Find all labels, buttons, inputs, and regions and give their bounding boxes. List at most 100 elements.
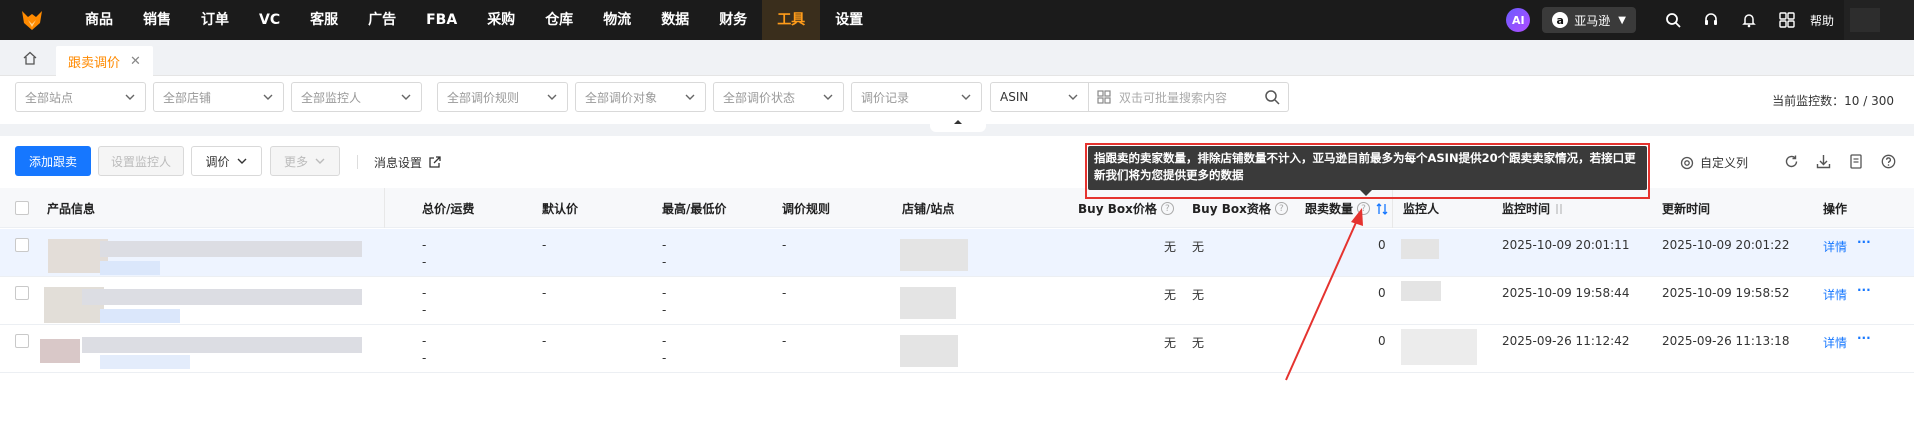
avatar[interactable]	[1844, 0, 1914, 40]
more-actions-icon[interactable]: ···	[1857, 283, 1871, 297]
monitor-name	[1401, 239, 1439, 259]
status-select-value: 全部调价状态	[723, 90, 796, 105]
monitor-time: 2025-10-09 19:58:44	[1502, 286, 1630, 300]
chevron-down-icon	[237, 158, 246, 164]
buybox-price: 无	[1164, 288, 1177, 302]
logo-icon[interactable]	[12, 0, 52, 40]
top-nav-bar: 商品 销售 订单 VC 客服 广告 FBA 采购 仓库 物流 数据 财务 工具 …	[0, 0, 1914, 40]
refresh-icon[interactable]	[1784, 154, 1799, 169]
message-settings-label: 消息设置	[374, 156, 423, 170]
table-row[interactable]: - - - - - - 无 无 0 2025-10-09 19:58:44 20…	[0, 277, 1914, 325]
rule-select[interactable]: 全部调价规则	[437, 82, 568, 112]
nav-item-data[interactable]: 数据	[646, 0, 704, 40]
row-checkbox[interactable]	[15, 286, 29, 300]
nav-item-purchase[interactable]: 采购	[472, 0, 530, 40]
col-default-price: 默认价	[542, 202, 579, 216]
nav-item-settings[interactable]: 设置	[820, 0, 878, 40]
chevron-down-icon	[685, 94, 695, 100]
collapse-filter-toggle[interactable]	[930, 118, 986, 132]
chevron-down-icon	[961, 94, 971, 100]
more-button[interactable]: 更多	[270, 146, 340, 176]
home-icon[interactable]	[18, 48, 42, 68]
product-asin[interactable]	[100, 309, 180, 323]
download-icon[interactable]	[1816, 154, 1831, 169]
table-row[interactable]: - - - - - - 无 无 0 2025-09-26 11:12:42 20…	[0, 325, 1914, 373]
nav-item-tools[interactable]: 工具	[762, 0, 821, 40]
product-asin[interactable]	[100, 355, 190, 369]
monitor-name	[1401, 281, 1441, 301]
row-checkbox[interactable]	[15, 238, 29, 252]
help-link[interactable]: 帮助	[1810, 12, 1834, 29]
product-title[interactable]	[82, 289, 362, 305]
update-time: 2025-10-09 19:58:52	[1662, 286, 1790, 300]
document-icon[interactable]	[1849, 154, 1863, 169]
price-rule: -	[782, 334, 787, 348]
detail-link[interactable]: 详情	[1823, 286, 1847, 303]
question-icon[interactable]: ?	[1274, 202, 1288, 215]
nav-item-logistics[interactable]: 物流	[588, 0, 646, 40]
store-select[interactable]: 全部店铺	[153, 82, 284, 112]
bell-icon[interactable]	[1739, 10, 1759, 30]
nav-item-service[interactable]: 客服	[295, 0, 353, 40]
more-actions-icon[interactable]: ···	[1857, 331, 1871, 345]
total-price: -	[422, 238, 427, 252]
select-all-checkbox[interactable]	[15, 201, 29, 215]
search-type-select[interactable]: ASIN	[990, 82, 1089, 112]
min-price: -	[662, 303, 667, 317]
set-monitor-button[interactable]: 设置监控人	[98, 146, 184, 176]
nav-item-ads[interactable]: 广告	[353, 0, 411, 40]
tab-price-follow[interactable]: 跟卖调价 ✕	[56, 46, 153, 76]
detail-link[interactable]: 详情	[1823, 238, 1847, 255]
monitor-select[interactable]: 全部监控人	[291, 82, 422, 112]
product-title[interactable]	[82, 337, 362, 353]
message-settings-link[interactable]: 消息设置	[374, 154, 441, 171]
question-icon[interactable]: ?	[1357, 202, 1371, 215]
col-action: 操作	[1823, 202, 1848, 216]
search-input[interactable]: 双击可批量搜索内容	[1089, 82, 1289, 112]
headset-icon[interactable]	[1701, 10, 1721, 30]
column-divider	[384, 188, 385, 228]
more-actions-icon[interactable]: ···	[1857, 235, 1871, 249]
store-select-value: 全部店铺	[163, 90, 212, 105]
product-title[interactable]	[100, 241, 362, 257]
target-select[interactable]: 全部调价对象	[575, 82, 706, 112]
batch-grid-icon[interactable]	[1097, 90, 1111, 104]
search-icon[interactable]	[1663, 10, 1683, 30]
add-follow-button[interactable]: 添加跟卖	[15, 146, 91, 176]
sort-icon[interactable]	[1376, 202, 1388, 216]
monitor-count-value: 10 / 300	[1844, 94, 1894, 108]
question-icon[interactable]: ?	[1160, 202, 1174, 215]
detail-link[interactable]: 详情	[1823, 334, 1847, 351]
search-icon[interactable]	[1264, 89, 1280, 105]
chevron-down-icon	[125, 94, 135, 100]
site-select[interactable]: 全部站点	[15, 82, 146, 112]
nav-item-warehouse[interactable]: 仓库	[530, 0, 588, 40]
nav-item-vc[interactable]: VC	[244, 0, 295, 40]
row-checkbox[interactable]	[15, 334, 29, 348]
col-monitor-time-label: 监控时间	[1502, 202, 1551, 216]
table-row[interactable]: - - - - - - 无 无 0 2025-10-09 20:01:11 20…	[0, 229, 1914, 277]
app-grid-icon[interactable]	[1777, 10, 1797, 30]
default-price: -	[542, 286, 547, 300]
status-select[interactable]: 全部调价状态	[713, 82, 844, 112]
sort-icon[interactable]	[1554, 203, 1564, 215]
nav-item-fba[interactable]: FBA	[411, 0, 472, 40]
col-min-max: 最高/最低价	[662, 202, 727, 216]
nav-item-products[interactable]: 商品	[70, 0, 128, 40]
col-store-site: 店铺/站点	[902, 202, 955, 216]
nav-item-finance[interactable]: 财务	[704, 0, 762, 40]
product-asin[interactable]	[100, 261, 160, 275]
caret-down-icon: ▼	[1618, 14, 1626, 26]
nav-item-sales[interactable]: 销售	[128, 0, 186, 40]
help-circle-icon[interactable]	[1881, 154, 1896, 169]
record-select[interactable]: 调价记录	[851, 82, 982, 112]
store-site	[900, 239, 968, 271]
col-seller-count: 跟卖数量?	[1305, 200, 1388, 217]
nav-item-orders[interactable]: 订单	[186, 0, 244, 40]
store-switcher[interactable]: a 亚马逊 ▼	[1542, 7, 1636, 33]
custom-columns-button[interactable]: 自定义列	[1680, 154, 1748, 171]
adjust-price-button[interactable]: 调价	[191, 146, 262, 176]
ai-assistant-icon[interactable]: AI	[1506, 8, 1531, 32]
close-icon[interactable]: ✕	[130, 54, 141, 69]
product-image	[40, 339, 80, 363]
